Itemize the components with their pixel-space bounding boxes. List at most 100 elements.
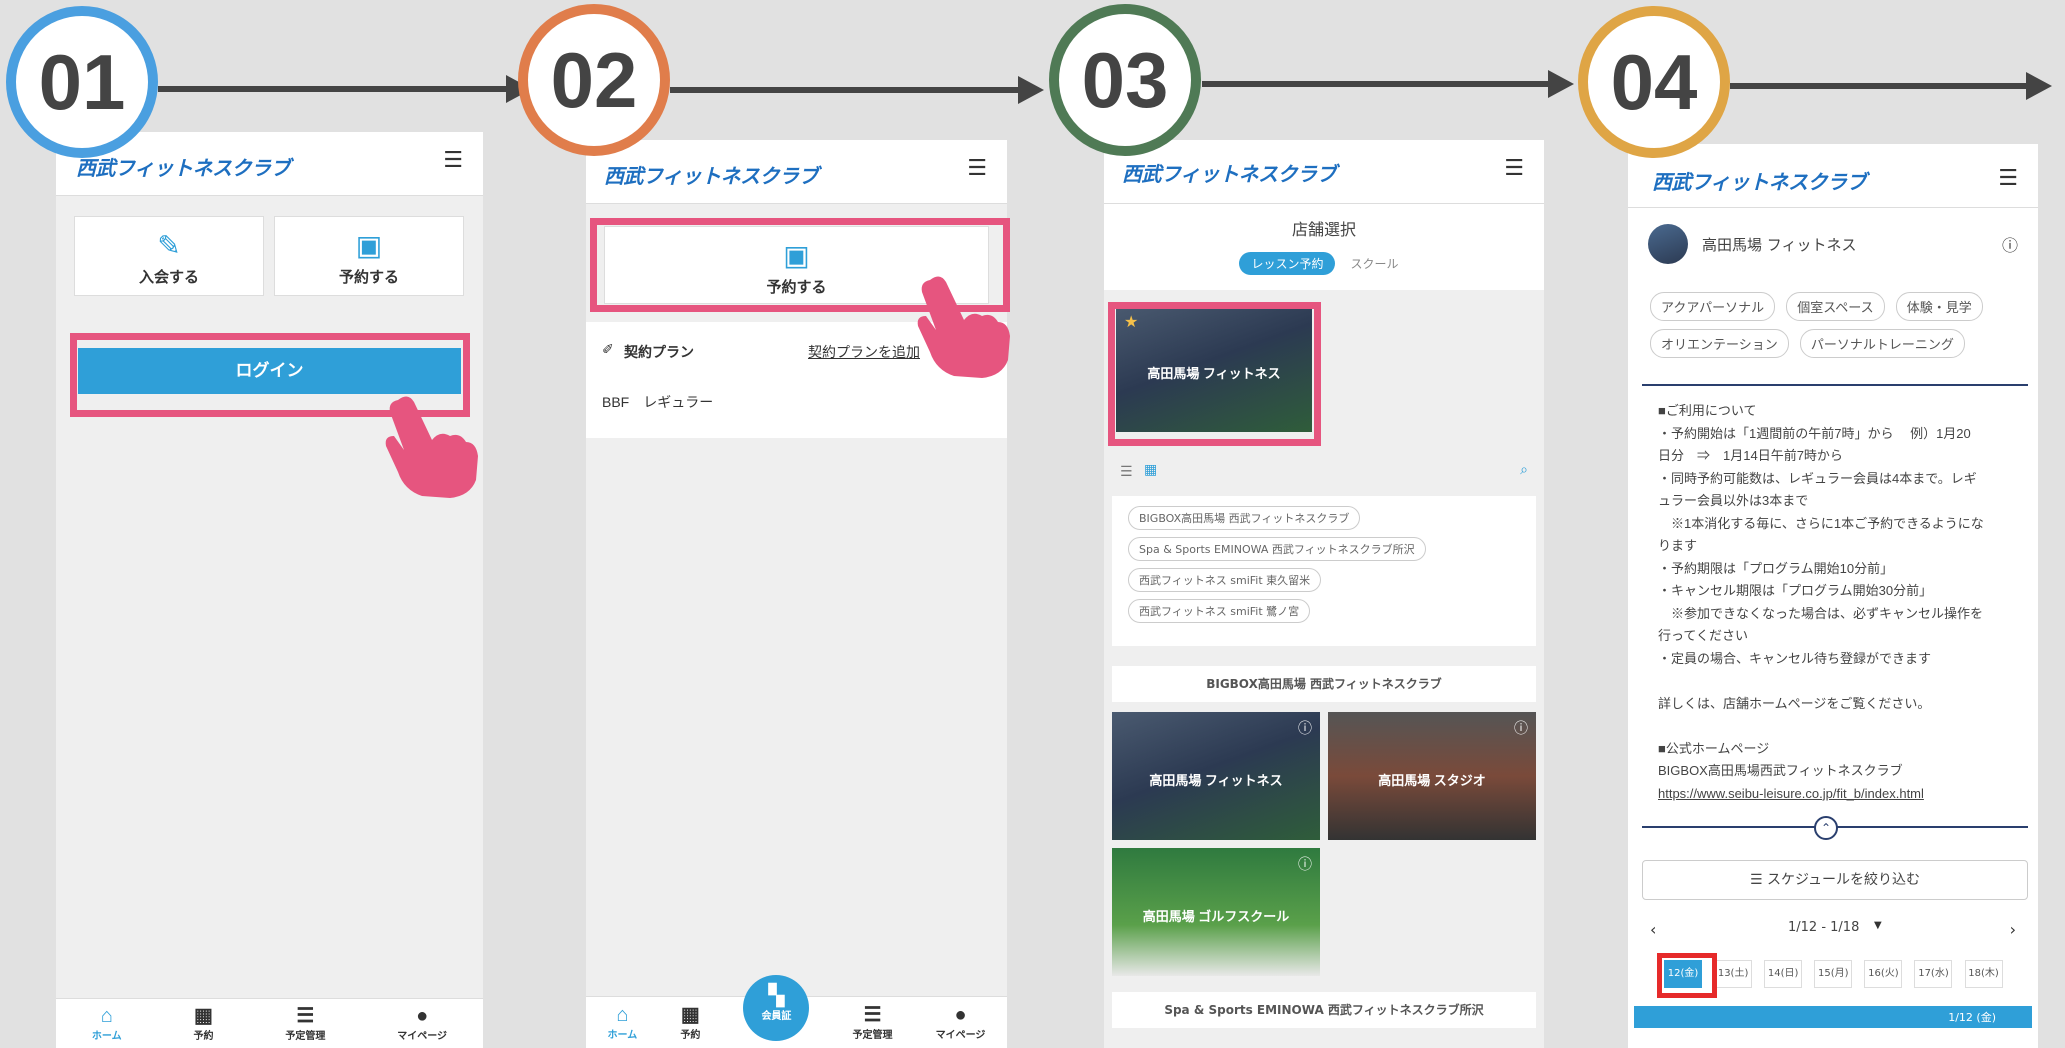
step-arrow-4	[1730, 72, 2052, 100]
search-icon[interactable]: ⌕	[1520, 462, 1528, 478]
step-badge-03: 03	[1049, 4, 1201, 156]
hamburger-icon[interactable]: ☰	[967, 156, 987, 181]
nav-home[interactable]: ⌂ ホーム	[608, 1004, 638, 1041]
info-icon: ⓘ	[1514, 721, 1528, 737]
highlight-store	[1108, 302, 1321, 446]
step-badge-04: 04	[1578, 6, 1730, 158]
list-view-icon[interactable]: ☰	[1120, 464, 1133, 480]
date-bar: 1/12 (金)	[1634, 1006, 2032, 1028]
pointing-hand-icon	[917, 276, 1010, 378]
store-select-header: 店舗選択 レッスン予約 スクール	[1104, 204, 1544, 290]
usage-info: ■ご利用について ・予約開始は「1週間前の午前7時」から 例）1月20 日分 ⇒…	[1642, 384, 2028, 828]
step-badge-01: 01	[6, 6, 158, 158]
store-tag[interactable]: 西武フィットネス smiFit 鷺ノ宮	[1128, 599, 1311, 623]
category-pill[interactable]: 体験・見学	[1895, 292, 1983, 321]
hamburger-icon[interactable]: ☰	[1504, 156, 1524, 181]
app-logo: 西武フィットネスクラブ	[1122, 164, 1337, 186]
store-avatar	[1648, 224, 1688, 264]
category-pill[interactable]: パーソナルトレーニング	[1799, 329, 1965, 358]
store-tag[interactable]: Spa & Sports EMINOWA 西武フィットネスクラブ所沢	[1128, 537, 1426, 561]
qr-icon: ▚	[768, 984, 785, 1007]
screen-4: 西武フィットネスクラブ ☰ 高田馬場 フィットネス ⓘ アクアパーソナル 個室ス…	[1628, 144, 2038, 1048]
day-button[interactable]: 18(木)	[1964, 960, 2003, 988]
nav-reserve[interactable]: ▦ 予約	[193, 1005, 213, 1042]
plan-name: BBF レギュラー	[602, 394, 714, 410]
contract-title: 契約プラン	[624, 344, 694, 360]
app-logo: 西武フィットネスクラブ	[76, 158, 291, 180]
next-week-icon[interactable]: ›	[2010, 920, 2016, 939]
add-contract-link[interactable]: 契約プランを追加	[808, 342, 920, 362]
store-tag-list: BIGBOX高田馬場 西武フィットネスクラブ Spa & Sports EMIN…	[1112, 496, 1536, 646]
store-tag[interactable]: 西武フィットネス smiFit 東久留米	[1128, 568, 1322, 592]
tab-school[interactable]: スクール	[1341, 252, 1409, 275]
step-arrow-1	[158, 75, 532, 103]
store-row: 高田馬場 フィットネス ⓘ	[1628, 220, 2038, 268]
store-tile[interactable]: ⓘ 高田馬場 フィットネス	[1112, 712, 1320, 840]
bottom-nav: ⌂ ホーム ▦ 予約 ☰ 予定管理 ● マイページ	[56, 998, 483, 1048]
bottom-nav: ⌂ ホーム ▦ 予約 ▚ 会員証 ☰ 予定管理 ● マイページ	[586, 974, 1007, 1048]
filter-schedule-button[interactable]: ☰ スケジュールを絞り込む	[1642, 860, 2028, 900]
day-button[interactable]: 13(土)	[1714, 960, 1753, 988]
nav-reserve[interactable]: ▦ 予約	[680, 1004, 700, 1041]
step-arrow-3	[1202, 70, 1574, 98]
screen-3: 西武フィットネスクラブ ☰ 店舗選択 レッスン予約 スクール ★ 高田馬場 フィ…	[1104, 140, 1544, 1048]
day-button[interactable]: 14(日)	[1764, 960, 1803, 988]
list-icon: ☰	[863, 1004, 882, 1026]
category-pill[interactable]: アクアパーソナル	[1650, 292, 1776, 321]
reserve-label: 予約する	[338, 269, 399, 286]
section-heading: Spa & Sports EMINOWA 西武フィットネスクラブ所沢	[1112, 992, 1536, 1028]
homepage-link[interactable]: https://www.seibu-leisure.co.jp/fit_b/in…	[1658, 783, 2016, 806]
contract-icon: ✐	[602, 342, 614, 358]
filter-icon: ☰	[1749, 872, 1767, 888]
hamburger-icon[interactable]: ☰	[1998, 166, 2018, 191]
pointing-hand-icon	[385, 396, 478, 498]
join-label: 入会する	[138, 269, 199, 286]
nav-member-card[interactable]: ▚ 会員証	[743, 974, 810, 1041]
page-title: 店舗選択	[1291, 222, 1356, 239]
nav-schedule[interactable]: ☰ 予定管理	[285, 1005, 325, 1042]
store-tile[interactable]: ⓘ 高田馬場 ゴルフスクール	[1112, 848, 1320, 976]
day-button[interactable]: 17(水)	[1914, 960, 1953, 988]
screen-1: 西武フィットネスクラブ ☰ ✎ 入会する ▣ 予約する ログイン ⌂ ホーム ▦ 予…	[56, 132, 483, 1048]
day-button[interactable]: 15(月)	[1814, 960, 1853, 988]
grid-view-icon[interactable]: ▦	[1144, 462, 1157, 478]
info-icon: ⓘ	[1298, 857, 1312, 873]
info-icon[interactable]: ⓘ	[2002, 232, 2018, 256]
day-button[interactable]: 16(火)	[1864, 960, 1903, 988]
reserve-card[interactable]: ▣ 予約する	[274, 216, 464, 296]
store-name: 高田馬場 フィットネス	[1702, 236, 1857, 254]
category-pills: アクアパーソナル 個室スペース 体験・見学 オリエンテーション パーソナルトレー…	[1650, 292, 2024, 366]
home-icon: ⌂	[616, 1004, 629, 1026]
pencil-icon: ✎	[157, 229, 181, 262]
user-icon: ●	[954, 1004, 967, 1026]
nav-schedule[interactable]: ☰ 予定管理	[853, 1004, 893, 1041]
category-pill[interactable]: オリエンテーション	[1650, 329, 1789, 358]
collapse-icon[interactable]: ⌃	[1814, 816, 1838, 840]
list-icon: ☰	[296, 1005, 315, 1027]
app-header: 西武フィットネスクラブ ☰	[1628, 144, 2038, 208]
app-header: 西武フィットネスクラブ ☰	[1104, 140, 1544, 204]
nav-mypage[interactable]: ● マイページ	[936, 1004, 986, 1041]
app-logo: 西武フィットネスクラブ	[1652, 172, 1867, 194]
app-header: 西武フィットネスクラブ ☰	[586, 140, 1007, 204]
join-card[interactable]: ✎ 入会する	[74, 216, 264, 296]
info-icon: ⓘ	[1298, 721, 1312, 737]
app-logo: 西武フィットネスクラブ	[604, 166, 819, 188]
home-icon: ⌂	[100, 1005, 113, 1027]
step-arrow-2	[670, 76, 1044, 104]
nav-mypage[interactable]: ● マイページ	[397, 1005, 447, 1042]
category-pill[interactable]: 個室スペース	[1786, 292, 1885, 321]
calendar-icon: ▦	[680, 1004, 700, 1026]
tab-lesson[interactable]: レッスン予約	[1239, 252, 1336, 275]
nav-home[interactable]: ⌂ ホーム	[92, 1005, 122, 1042]
store-tile[interactable]: ⓘ 高田馬場 スタジオ	[1328, 712, 1536, 840]
week-range[interactable]: 1/12 - 1/18	[1788, 920, 1859, 935]
store-tag[interactable]: BIGBOX高田馬場 西武フィットネスクラブ	[1128, 506, 1361, 530]
step-badge-02: 02	[518, 4, 670, 156]
calendar-icon: ▦	[194, 1005, 213, 1027]
chevron-down-icon[interactable]: ▼	[1874, 920, 1882, 931]
highlight-day	[1657, 953, 1717, 998]
hamburger-icon[interactable]: ☰	[443, 148, 463, 173]
prev-week-icon[interactable]: ‹	[1650, 920, 1656, 939]
calendar-check-icon: ▣	[355, 229, 383, 262]
